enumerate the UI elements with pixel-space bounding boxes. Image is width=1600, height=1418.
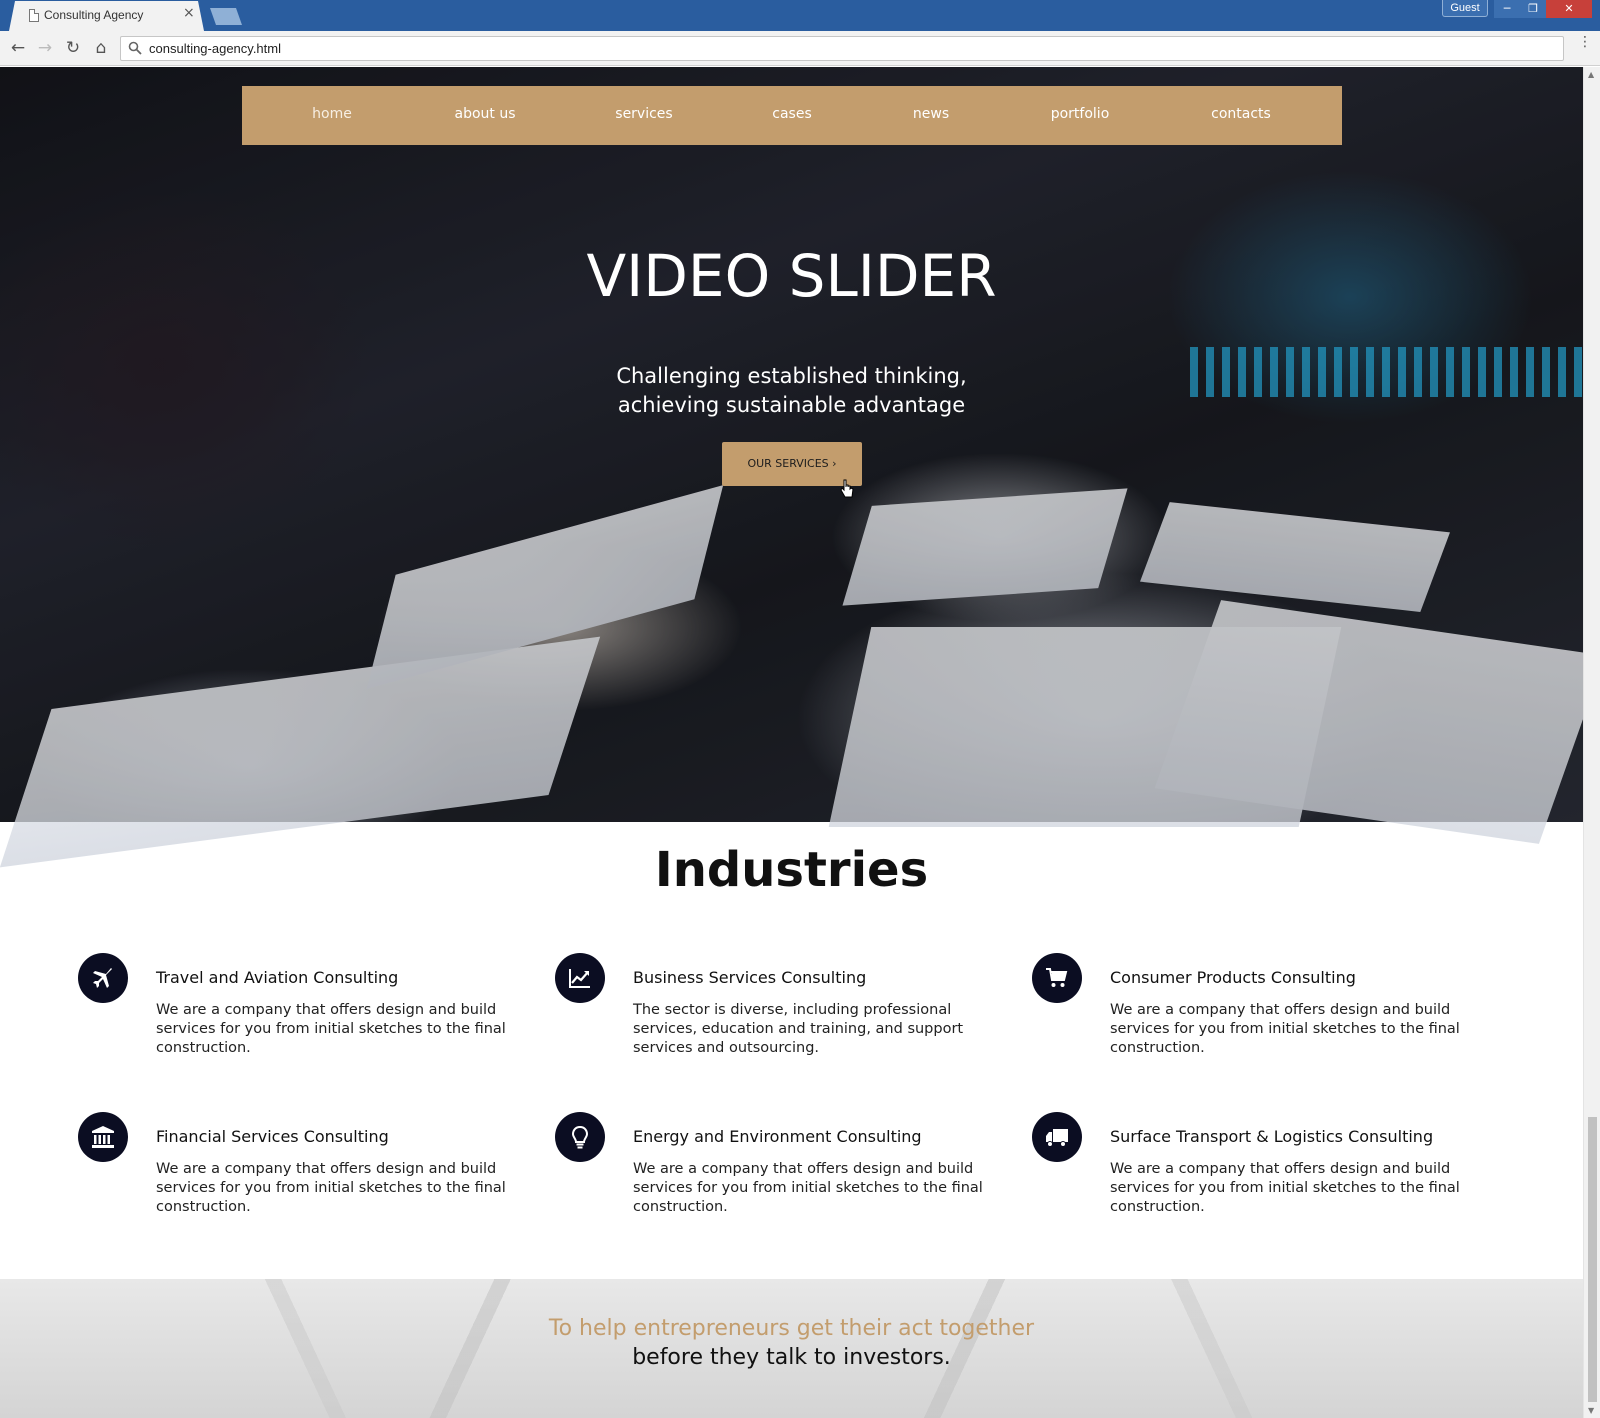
minimize-icon[interactable]: ─: [1494, 0, 1520, 18]
url-text: consulting-agency.html: [149, 41, 281, 56]
scroll-down-arrow-icon[interactable]: ▼: [1588, 1406, 1594, 1415]
page-viewport: home about us services cases news portfo…: [0, 67, 1583, 1418]
industry-description: We are a company that offers design and …: [633, 1161, 983, 1215]
hero-title: VIDEO SLIDER: [586, 242, 997, 310]
menu-dots-icon[interactable]: ⋮: [1578, 35, 1592, 57]
nav-item-services[interactable]: services: [615, 106, 672, 122]
browser-toolbar: ← → ↻ ⌂ consulting-agency.html ⋮: [0, 31, 1600, 66]
industry-name[interactable]: Energy and Environment Consulting: [633, 1127, 922, 1146]
nav-item-news[interactable]: news: [913, 106, 949, 122]
bank-icon: [78, 1112, 128, 1162]
nav-item-portfolio[interactable]: portfolio: [1051, 106, 1110, 122]
tab-title: Consulting Agency: [44, 8, 144, 22]
banner-headline: To help entrepreneurs get their act toge…: [548, 1316, 1035, 1341]
search-icon: [128, 41, 142, 55]
industry-description: The sector is diverse, including profess…: [633, 1002, 964, 1056]
industry-name[interactable]: Business Services Consulting: [633, 968, 866, 987]
restore-icon[interactable]: ❐: [1520, 0, 1546, 18]
plane-icon: [78, 953, 128, 1003]
scrollbar-thumb[interactable]: [1588, 1117, 1597, 1402]
tab-close-icon[interactable]: ×: [183, 6, 195, 20]
hero-subtitle: Challenging established thinking, achiev…: [0, 362, 1583, 420]
document-icon: [29, 9, 39, 22]
industry-description: We are a company that offers design and …: [1110, 1161, 1460, 1215]
industry-description: We are a company that offers design and …: [156, 1161, 506, 1215]
industry-name[interactable]: Consumer Products Consulting: [1110, 968, 1356, 987]
scroll-up-arrow-icon[interactable]: ▲: [1588, 70, 1594, 79]
truck-icon: [1032, 1112, 1082, 1162]
browser-tab[interactable]: Consulting Agency ×: [9, 1, 204, 31]
new-tab-button[interactable]: [210, 8, 242, 25]
reload-icon[interactable]: ↻: [63, 38, 83, 58]
industry-name[interactable]: Travel and Aviation Consulting: [156, 968, 398, 987]
browser-titlebar: Consulting Agency × Guest ─ ❐ ✕: [0, 0, 1600, 31]
industry-description: We are a company that offers design and …: [156, 1002, 506, 1056]
home-icon[interactable]: ⌂: [91, 38, 111, 58]
hero-subtitle-line: achieving sustainable advantage: [617, 393, 966, 417]
close-window-icon[interactable]: ✕: [1546, 0, 1592, 18]
nav-item-about-us[interactable]: about us: [454, 106, 515, 122]
banner-subline: before they talk to investors.: [632, 1345, 951, 1370]
cart-icon: [1032, 953, 1082, 1003]
page-scrollbar[interactable]: ▲ ▼: [1583, 67, 1600, 1418]
industry-description: We are a company that offers design and …: [1110, 1002, 1460, 1056]
forward-arrow-icon[interactable]: →: [35, 38, 55, 58]
nav-item-contacts[interactable]: contacts: [1211, 106, 1271, 122]
hero-section: home about us services cases news portfo…: [0, 67, 1583, 868]
profile-button[interactable]: Guest: [1442, 0, 1488, 17]
address-bar[interactable]: consulting-agency.html: [120, 36, 1564, 61]
hero-subtitle-line: Challenging established thinking,: [616, 364, 967, 388]
industry-name[interactable]: Financial Services Consulting: [156, 1127, 389, 1146]
main-navigation: home about us services cases news portfo…: [242, 86, 1342, 145]
industries-title: Industries: [654, 842, 929, 898]
back-arrow-icon[interactable]: ←: [8, 38, 28, 58]
chart-line-icon: [555, 953, 605, 1003]
lightbulb-icon: [555, 1112, 605, 1162]
nav-item-cases[interactable]: cases: [772, 106, 811, 122]
quote-banner: To help entrepreneurs get their act toge…: [0, 1279, 1583, 1418]
nav-item-home[interactable]: home: [312, 106, 352, 122]
industry-name[interactable]: Surface Transport & Logistics Consulting: [1110, 1127, 1433, 1146]
hand-cursor-icon: [840, 479, 854, 498]
